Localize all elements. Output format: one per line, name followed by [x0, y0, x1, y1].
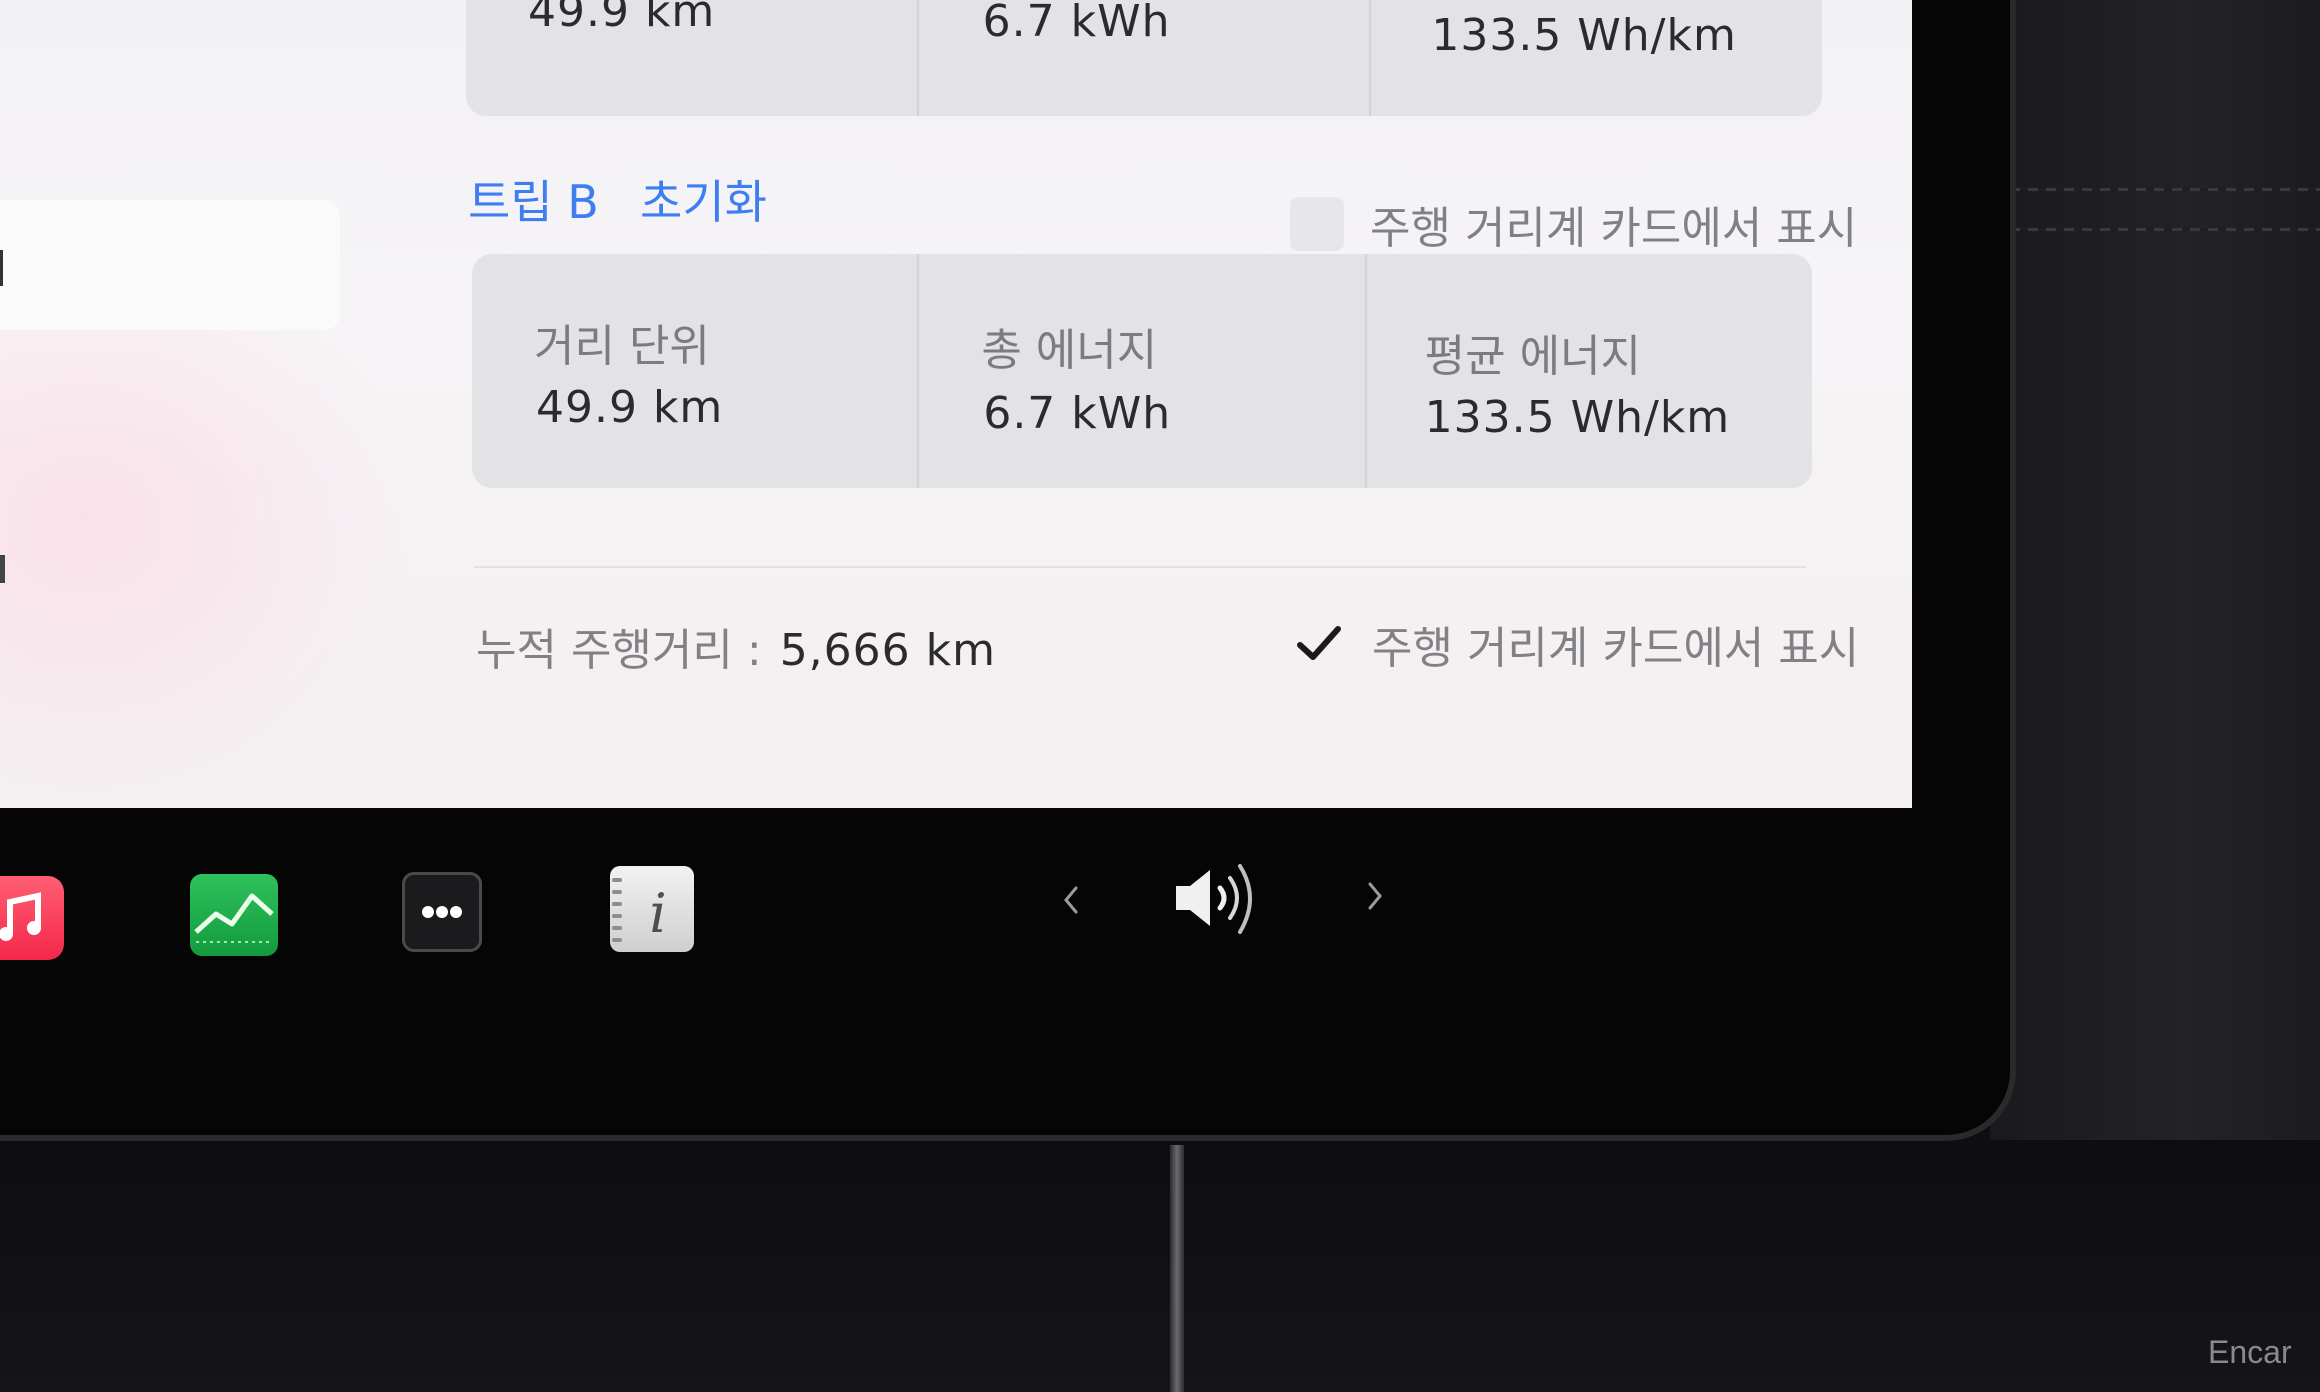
photo-scene: 49.9 km 6.7 kWh 133.5 Wh/km 트립 B 초기화 주행 …: [0, 0, 2320, 1392]
trim-stitching: [2010, 228, 2320, 231]
trip-a-avg-energy-value: 133.5 Wh/km: [1431, 10, 1737, 61]
trip-b-total-energy-label: 총 에너지: [981, 325, 1158, 376]
trip-a-card: 49.9 km 6.7 kWh 133.5 Wh/km: [466, 0, 1822, 116]
svg-text:i: i: [649, 882, 666, 945]
sidebar-item-marker: [0, 250, 3, 286]
settings-sidebar-item-selected[interactable]: [0, 200, 340, 330]
trip-a-avg-energy-cell: 133.5 Wh/km: [1369, 0, 1822, 116]
trip-a-distance-value: 49.9 km: [528, 0, 716, 37]
sidebar-text-fragment: [0, 555, 5, 583]
stocks-icon[interactable]: [190, 874, 278, 956]
trip-b-total-energy-value: 6.7 kWh: [983, 388, 1172, 439]
section-divider: [474, 566, 1806, 568]
unchecked-box-icon: [1290, 197, 1344, 251]
trip-b-show-on-card-label: 주행 거리계 카드에서 표시: [1370, 203, 1858, 254]
trip-b-show-on-card-toggle[interactable]: 주행 거리계 카드에서 표시: [1290, 192, 1857, 256]
ellipsis-icon: [422, 906, 462, 918]
trip-a-total-energy-value: 6.7 kWh: [982, 0, 1171, 47]
stocks-chart-icon: [194, 893, 274, 943]
music-icon[interactable]: [0, 876, 64, 960]
console-trim: [1170, 1145, 1184, 1392]
chevron-right-icon[interactable]: [1362, 876, 1388, 916]
trip-a-distance-cell: 49.9 km: [466, 0, 917, 116]
encar-watermark: Encar: [2208, 1334, 2292, 1370]
trip-b-title: 트립 B: [468, 175, 599, 229]
trip-b-avg-energy-label: 평균 에너지: [1424, 331, 1642, 382]
trip-b-card: 거리 단위 49.9 km 총 에너지 6.7 kWh 평균 에너지 133.5…: [472, 254, 1812, 488]
odometer-show-on-card-label: 주행 거리계 카드에서 표시: [1372, 623, 1860, 674]
trim-stitching: [2010, 188, 2320, 191]
trip-b-distance-value: 49.9 km: [536, 382, 724, 433]
trips-screen: 49.9 km 6.7 kWh 133.5 Wh/km 트립 B 초기화 주행 …: [0, 0, 1912, 808]
info-notebook-icon: i: [612, 878, 667, 945]
trip-b-total-energy-cell: 총 에너지 6.7 kWh: [917, 254, 1364, 488]
trip-b-reset-button[interactable]: 초기화: [640, 166, 767, 232]
trip-b-avg-energy-value: 133.5 Wh/km: [1424, 392, 1731, 443]
trip-b-distance-label: 거리 단위: [534, 321, 710, 372]
manual-icon[interactable]: i: [610, 866, 694, 952]
odometer-value: 5,666 km: [779, 625, 996, 676]
trip-b-avg-energy-cell: 평균 에너지 133.5 Wh/km: [1364, 254, 1812, 488]
trip-a-total-energy-cell: 6.7 kWh: [916, 0, 1370, 116]
odometer-show-on-card-toggle[interactable]: 주행 거리계 카드에서 표시: [1292, 612, 1859, 676]
chevron-left-icon[interactable]: [1058, 880, 1084, 920]
volume-icon[interactable]: [1170, 856, 1270, 940]
trip-b-distance-cell: 거리 단위 49.9 km: [472, 254, 917, 488]
more-icon[interactable]: [402, 872, 482, 952]
checkmark-icon: [1297, 626, 1341, 660]
car-console: [0, 1140, 2320, 1392]
odometer-row: 누적 주행거리 : 5,666 km: [476, 614, 996, 678]
odometer-label: 누적 주행거리 :: [476, 625, 762, 676]
music-note-icon: [0, 892, 41, 941]
